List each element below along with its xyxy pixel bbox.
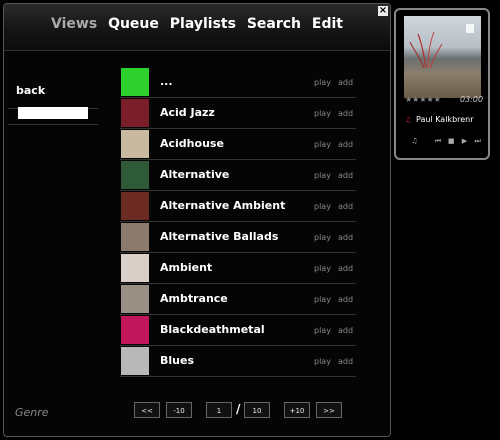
add-link[interactable]: add — [338, 233, 353, 242]
list-item[interactable]: ... play add — [120, 67, 356, 98]
player-controls: ♫ ⏮ ■ ▶ ⏭ — [409, 137, 483, 146]
list-item[interactable]: Acidhouse play add — [120, 129, 356, 160]
back-10-button[interactable]: -10 — [166, 402, 192, 418]
genre-list: ... play add Acid Jazz play add Acidhouse play a… — [120, 67, 356, 377]
album-thumbnail — [121, 285, 149, 313]
list-item[interactable]: Ambtrance play add — [120, 284, 356, 315]
add-link[interactable]: add — [338, 357, 353, 366]
genre-label[interactable]: Alternative Ballads — [160, 230, 278, 243]
add-link[interactable]: add — [338, 140, 353, 149]
header-bar: Views Queue Playlists Search Edit × — [4, 4, 390, 51]
forward-10-button[interactable]: +10 — [284, 402, 310, 418]
album-thumbnail — [121, 192, 149, 220]
add-link[interactable]: add — [338, 326, 353, 335]
add-link[interactable]: add — [338, 171, 353, 180]
genre-label[interactable]: ... — [160, 75, 173, 88]
play-link[interactable]: play — [314, 233, 331, 242]
filter-input[interactable] — [18, 107, 88, 119]
list-item[interactable]: Blues play add — [120, 346, 356, 377]
genre-label[interactable]: Alternative — [160, 168, 229, 181]
add-link[interactable]: add — [338, 78, 353, 87]
first-page-button[interactable]: << — [134, 402, 160, 418]
add-link[interactable]: add — [338, 295, 353, 304]
list-item[interactable]: Alternative Ballads play add — [120, 222, 356, 253]
play-link[interactable]: play — [314, 264, 331, 273]
nav-edit[interactable]: Edit — [312, 16, 343, 32]
genre-label[interactable]: Ambient — [160, 261, 212, 274]
list-item[interactable]: Ambient play add — [120, 253, 356, 284]
main-nav: Views Queue Playlists Search Edit — [4, 16, 390, 32]
close-icon[interactable]: × — [378, 6, 388, 16]
next-icon[interactable]: ⏭ — [472, 137, 483, 146]
album-art-image — [409, 24, 474, 69]
list-item[interactable]: Blackdeathmetal play add — [120, 315, 356, 346]
back-button[interactable]: back — [8, 80, 98, 102]
genre-caption: Genre — [15, 406, 49, 419]
sidebar: back — [8, 80, 98, 125]
nav-views[interactable]: Views — [51, 16, 97, 32]
track-time: 03:00 — [460, 95, 484, 104]
previous-icon[interactable]: ⏮ — [432, 137, 443, 146]
album-thumbnail — [121, 130, 149, 158]
total-pages: 10 — [244, 402, 270, 418]
genre-label[interactable]: Blackdeathmetal — [160, 323, 265, 336]
list-item[interactable]: Alternative play add — [120, 160, 356, 191]
genre-label[interactable]: Ambtrance — [160, 292, 228, 305]
genre-label[interactable]: Acid Jazz — [160, 106, 215, 119]
genre-label[interactable]: Acidhouse — [160, 137, 224, 150]
main-panel: Views Queue Playlists Search Edit × back… — [3, 3, 391, 437]
playlist-icon[interactable]: ♫ — [409, 137, 420, 145]
play-link[interactable]: play — [314, 326, 331, 335]
album-thumbnail — [121, 223, 149, 251]
genre-label[interactable]: Blues — [160, 354, 194, 367]
album-thumbnail — [121, 254, 149, 282]
artist-icon: ♫ — [405, 116, 412, 124]
album-thumbnail — [121, 161, 149, 189]
album-thumbnail — [121, 347, 149, 375]
nav-queue[interactable]: Queue — [108, 16, 159, 32]
genre-label[interactable]: Alternative Ambient — [160, 199, 285, 212]
play-link[interactable]: play — [314, 202, 331, 211]
nav-playlists[interactable]: Playlists — [170, 16, 236, 32]
list-item[interactable]: Alternative Ambient play add — [120, 191, 356, 222]
add-link[interactable]: add — [338, 202, 353, 211]
play-icon[interactable]: ▶ — [459, 137, 470, 145]
artist-name: Paul Kalkbrenr — [416, 115, 474, 124]
page-input[interactable]: 1 — [206, 402, 232, 418]
page-separator: / — [236, 402, 241, 416]
play-link[interactable]: play — [314, 109, 331, 118]
play-link[interactable]: play — [314, 357, 331, 366]
nav-search[interactable]: Search — [247, 16, 301, 32]
mini-player: ★★★★★ 03:00 ♫ Paul Kalkbrenr ♫ ⏮ ■ ▶ ⏭ — [394, 8, 490, 160]
play-link[interactable]: play — [314, 78, 331, 87]
play-link[interactable]: play — [314, 295, 331, 304]
stop-icon[interactable]: ■ — [446, 137, 457, 145]
album-thumbnail — [121, 99, 149, 127]
last-page-button[interactable]: >> — [316, 402, 342, 418]
play-link[interactable]: play — [314, 140, 331, 149]
sidebar-divider — [8, 124, 98, 125]
album-thumbnail — [121, 68, 149, 96]
add-link[interactable]: add — [338, 109, 353, 118]
rating-stars[interactable]: ★★★★★ — [405, 95, 441, 104]
list-item[interactable]: Acid Jazz play add — [120, 98, 356, 129]
add-link[interactable]: add — [338, 264, 353, 273]
album-art — [404, 16, 481, 98]
play-link[interactable]: play — [314, 171, 331, 180]
album-thumbnail — [121, 316, 149, 344]
